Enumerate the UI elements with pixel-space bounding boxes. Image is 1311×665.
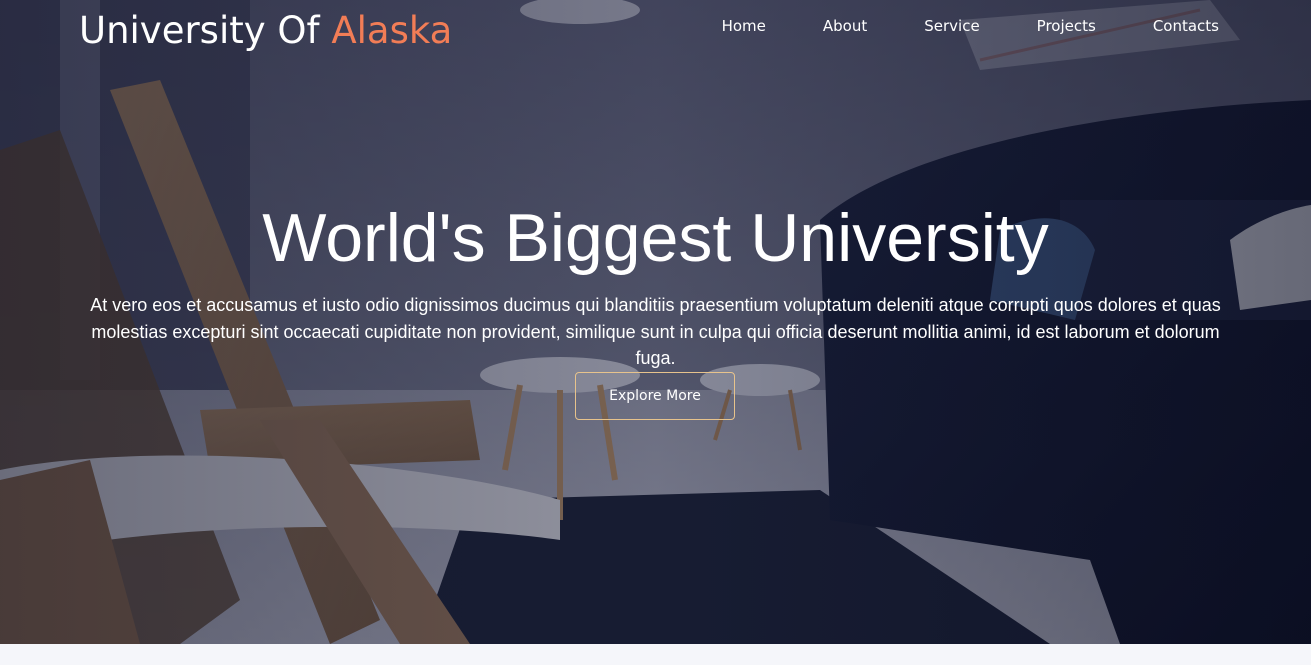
top-navbar: University Of Alaska Home About Service …	[0, 0, 1311, 70]
nav-item-home[interactable]: Home	[722, 16, 766, 36]
nav-item-service[interactable]: Service	[867, 16, 979, 36]
logo-text-accent: Alaska	[331, 9, 453, 52]
hero-section: University Of Alaska Home About Service …	[0, 0, 1311, 644]
hero-description: At vero eos et accusamus et iusto odio d…	[90, 295, 1221, 368]
site-logo[interactable]: University Of Alaska	[79, 9, 452, 52]
logo-text-main: University Of	[79, 9, 320, 52]
explore-more-button[interactable]: Explore More	[575, 372, 735, 420]
nav-item-contacts[interactable]: Contacts	[1096, 16, 1219, 36]
nav-item-projects[interactable]: Projects	[980, 16, 1096, 36]
page-bottom-strip	[0, 644, 1311, 665]
nav-item-about[interactable]: About	[766, 16, 867, 36]
hero-headline: World's Biggest University	[262, 200, 1049, 276]
main-menu: Home About Service Projects Contacts	[722, 16, 1219, 36]
